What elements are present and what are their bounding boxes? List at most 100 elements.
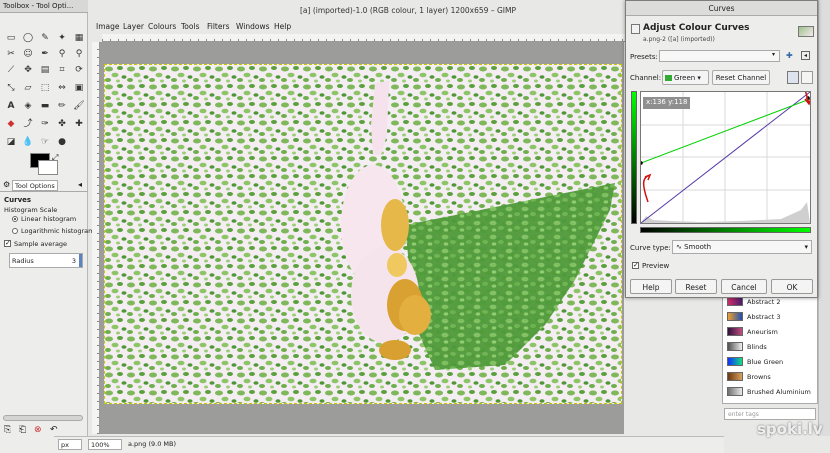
- reset-channel-button[interactable]: Reset Channel: [712, 70, 770, 85]
- gradient-swatch: [727, 312, 743, 321]
- delete-options-icon[interactable]: ⊗: [34, 425, 42, 435]
- tool-options-tab-icon[interactable]: ⚙: [3, 180, 10, 189]
- fuzzy-select-icon[interactable]: ✦: [56, 32, 68, 44]
- airbrush-icon[interactable]: ⤴: [22, 118, 34, 130]
- radius-slider[interactable]: Radius 3: [9, 253, 83, 268]
- color-picker-icon[interactable]: ⚲: [56, 48, 68, 60]
- save-options-icon[interactable]: ⎘: [4, 425, 11, 435]
- flip-icon[interactable]: ⇔: [56, 82, 68, 94]
- rect-select-icon[interactable]: ▭: [5, 32, 17, 44]
- gradients-list: Abstract 2 Abstract 3 Aneurism Blinds Bl…: [722, 292, 818, 404]
- window-title: [a] (imported)-1.0 (RGB colour, 1 layer)…: [300, 6, 516, 15]
- gradient-name: Brushed Aluminium: [747, 388, 811, 396]
- heal-icon[interactable]: ✚: [73, 118, 85, 130]
- blur-icon[interactable]: 💧: [22, 136, 34, 148]
- reset-button[interactable]: Reset: [675, 279, 717, 294]
- file-info: a.png (9.0 MB): [128, 440, 177, 448]
- tab-menu-icon[interactable]: ◂: [78, 180, 82, 189]
- horizontal-ruler[interactable]: [102, 34, 626, 42]
- cage-icon[interactable]: ▣: [73, 82, 85, 94]
- swap-colors-icon[interactable]: ⤢: [52, 153, 58, 163]
- sample-average-checkbox[interactable]: ✓: [4, 240, 11, 247]
- zoom-select[interactable]: 100%: [88, 439, 122, 450]
- color-select-icon[interactable]: ▦: [73, 32, 85, 44]
- eraser-icon[interactable]: ◆: [5, 118, 17, 130]
- list-item[interactable]: Blinds: [725, 340, 817, 353]
- smudge-icon[interactable]: ☞: [39, 136, 51, 148]
- channel-select[interactable]: Green ▾: [662, 70, 709, 85]
- radius-slider-fill: [79, 254, 82, 267]
- add-preset-icon[interactable]: ✚: [786, 51, 793, 60]
- free-select-icon[interactable]: ✎: [39, 32, 51, 44]
- curve-type-label: Curve type:: [630, 244, 671, 252]
- gradient-swatch: [727, 357, 743, 366]
- gradient-name: Abstract 3: [747, 313, 781, 321]
- text-icon[interactable]: A: [5, 100, 17, 112]
- preset-menu-icon[interactable]: ◂: [801, 51, 810, 60]
- rotate-icon[interactable]: ⟳: [73, 64, 85, 76]
- curve-type-select[interactable]: ∿ Smooth ▾: [672, 240, 812, 254]
- bucket-fill-icon[interactable]: ◈: [22, 100, 34, 112]
- foreground-select-icon[interactable]: ☺: [22, 48, 34, 60]
- curve-point-low: [639, 161, 643, 165]
- menu-image[interactable]: Image: [96, 22, 120, 31]
- radius-label: Radius: [12, 257, 34, 265]
- blend-icon[interactable]: ▬: [39, 100, 51, 112]
- align-icon[interactable]: ▤: [39, 64, 51, 76]
- move-icon[interactable]: ✥: [22, 64, 34, 76]
- gradient-swatch: [727, 372, 743, 381]
- reset-options-icon[interactable]: ↶: [50, 425, 58, 435]
- zoom-icon[interactable]: ⚲: [73, 48, 85, 60]
- list-item[interactable]: Brushed Aluminium: [725, 385, 817, 398]
- linear-histogram-icon[interactable]: [787, 71, 799, 84]
- perspective-icon[interactable]: ⬚: [39, 82, 51, 94]
- cancel-button[interactable]: Cancel: [721, 279, 767, 294]
- menu-help[interactable]: Help: [274, 22, 291, 31]
- list-item[interactable]: Browns: [725, 370, 817, 383]
- tab-tool-options[interactable]: Tool Options: [12, 180, 58, 191]
- radius-value: 3: [71, 257, 76, 265]
- curve-graph[interactable]: x:136 y:118: [639, 81, 812, 224]
- ink-icon[interactable]: ✑: [39, 118, 51, 130]
- menu-layer[interactable]: Layer: [123, 22, 144, 31]
- dock-tabs: ⚙ Tool Options ◂: [0, 179, 88, 192]
- menu-colours[interactable]: Colours: [148, 22, 176, 31]
- list-item[interactable]: Blue Green: [725, 355, 817, 368]
- unit-select[interactable]: px: [58, 439, 82, 450]
- menu-filters[interactable]: Filters: [207, 22, 229, 31]
- perspective-clone-icon[interactable]: ◪: [5, 136, 17, 148]
- crop-icon[interactable]: ⌗: [56, 64, 68, 76]
- presets-dropdown[interactable]: ▾: [659, 50, 780, 62]
- list-item[interactable]: Abstract 3: [725, 310, 817, 323]
- gradient-swatch: [727, 387, 743, 396]
- preview-checkbox[interactable]: ✓: [632, 262, 639, 269]
- image-canvas[interactable]: [104, 64, 622, 404]
- help-button[interactable]: Help: [630, 279, 672, 294]
- log-histogram-icon[interactable]: [801, 71, 813, 84]
- ok-button[interactable]: OK: [771, 279, 813, 294]
- menu-tools[interactable]: Tools: [181, 22, 199, 31]
- toolbox-scrollbar[interactable]: [3, 415, 83, 421]
- tags-input[interactable]: enter tags: [724, 408, 816, 420]
- clone-icon[interactable]: ✤: [56, 118, 68, 130]
- measure-icon[interactable]: ⟋: [5, 64, 17, 76]
- paintbrush-icon[interactable]: 🖌: [73, 100, 85, 112]
- log-histogram-radio[interactable]: [12, 228, 18, 234]
- scale-icon[interactable]: ⤡: [5, 82, 17, 94]
- gradient-name: Aneurism: [747, 328, 778, 336]
- menu-windows[interactable]: Windows: [236, 22, 269, 31]
- linear-histogram-radio[interactable]: [12, 216, 18, 222]
- list-item[interactable]: Aneurism: [725, 325, 817, 338]
- pencil-icon[interactable]: ✏: [56, 100, 68, 112]
- gradient-name: Browns: [747, 373, 771, 381]
- paths-icon[interactable]: ✒: [39, 48, 51, 60]
- channel-label: Channel:: [630, 74, 662, 82]
- ellipse-select-icon[interactable]: ◯: [22, 32, 34, 44]
- curves-icon: [631, 24, 640, 34]
- restore-options-icon[interactable]: ⎗: [19, 425, 26, 435]
- dodge-burn-icon[interactable]: ●: [56, 136, 68, 148]
- scissors-icon[interactable]: ✂: [5, 48, 17, 60]
- vertical-ruler[interactable]: [92, 42, 100, 434]
- gradient-swatch: [727, 342, 743, 351]
- shear-icon[interactable]: ▱: [22, 82, 34, 94]
